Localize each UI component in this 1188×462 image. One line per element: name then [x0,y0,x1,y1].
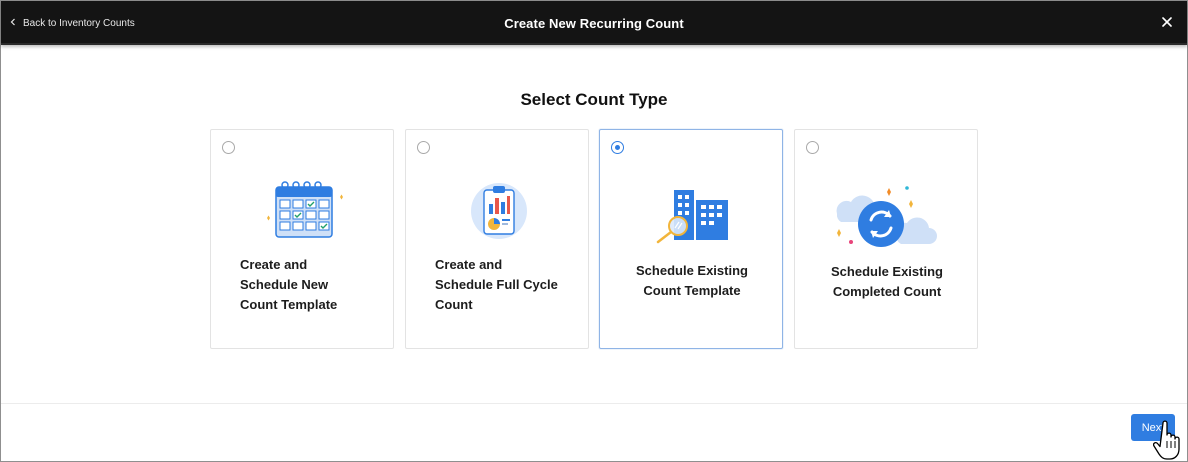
radio-completed-count[interactable] [806,141,819,154]
footer-divider [1,403,1187,404]
card-label-line: Count Template [643,283,741,298]
card-label-line: Completed Count [832,284,942,299]
radio-existing-template[interactable] [611,141,624,154]
option-card-create-new-template[interactable]: Create and Schedule New Count Template [210,129,394,349]
card-label-line: Create and [240,257,308,272]
close-icon [1162,17,1172,27]
card-label-line: Schedule Existing [831,264,943,279]
card-label-line: Create and [435,257,503,272]
card-label-line: Schedule Full Cycle [435,277,558,292]
top-bar: Back to Inventory Counts Create New Recu… [1,1,1187,45]
card-label-line: Schedule New [240,277,329,292]
card-label-line: Schedule Existing [636,263,748,278]
modal-window: Back to Inventory Counts Create New Recu… [0,0,1188,462]
radio-full-cycle[interactable] [417,141,430,154]
card-label-line: Count [435,297,473,312]
card-label-existing-template: Schedule Existing Count Template [600,261,784,301]
radio-create-new-template[interactable] [222,141,235,154]
next-button[interactable]: Next [1131,414,1175,441]
page-title: Create New Recurring Count [504,16,684,31]
option-card-full-cycle[interactable]: Create and Schedule Full Cycle Count [405,129,589,349]
buildings-search-icon [656,190,728,244]
option-card-existing-template[interactable]: Schedule Existing Count Template [599,129,783,349]
card-label-full-cycle: Create and Schedule Full Cycle Count [435,255,558,315]
close-button[interactable] [1160,15,1174,29]
calendar-icon [267,181,343,238]
card-label-line: Count Template [240,297,338,312]
cloud-sync-icon [836,186,937,247]
clipboard-chart-icon [471,183,527,239]
card-label-completed-count: Schedule Existing Completed Count [795,262,979,302]
card-label-create-new-template: Create and Schedule New Count Template [240,255,337,315]
select-count-type-heading: Select Count Type [520,90,668,109]
option-card-completed-count[interactable]: Schedule Existing Completed Count [794,129,978,349]
